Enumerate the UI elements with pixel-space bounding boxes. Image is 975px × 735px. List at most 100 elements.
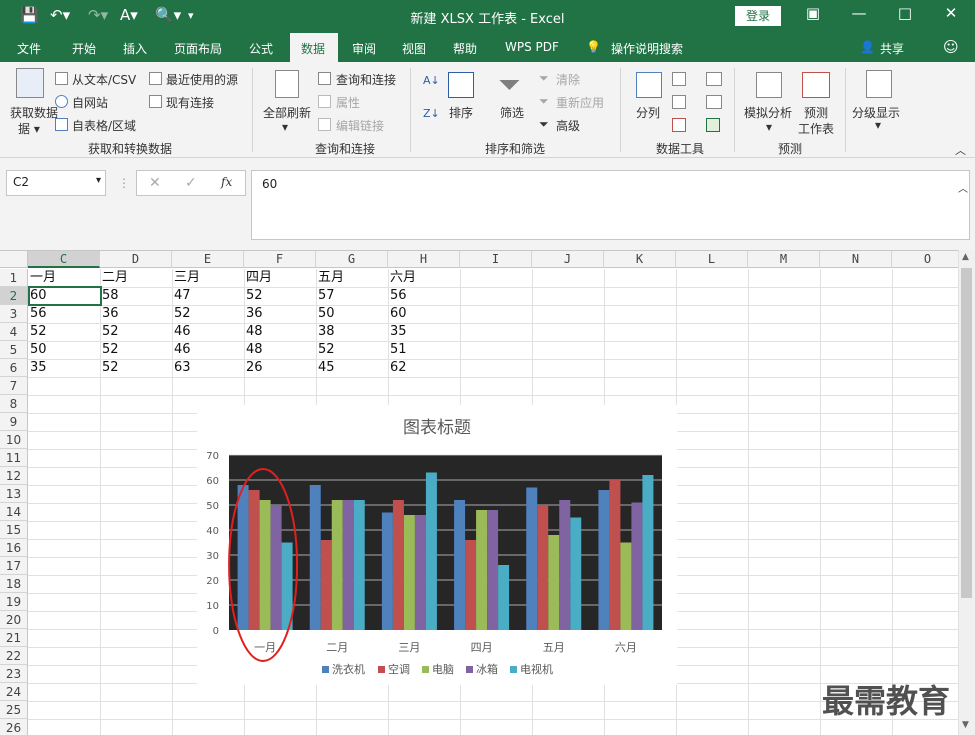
row-header-5[interactable]: 5: [0, 341, 28, 359]
select-all-corner[interactable]: [0, 251, 28, 268]
row-header-12[interactable]: 12: [0, 467, 28, 485]
data-validation-icon[interactable]: [672, 118, 686, 132]
what-if-analysis-button[interactable]: 模拟分析: [744, 104, 792, 121]
cell[interactable]: 47: [172, 287, 244, 305]
from-table-button[interactable]: 自表格/区域: [72, 117, 136, 134]
chevron-down-icon[interactable]: ▾: [96, 175, 101, 186]
column-header-o[interactable]: O: [892, 251, 958, 268]
cell[interactable]: 五月: [316, 269, 388, 287]
row-header-3[interactable]: 3: [0, 305, 28, 323]
cell[interactable]: 56: [28, 305, 100, 323]
from-web-button[interactable]: 自网站: [72, 94, 108, 111]
restore-button[interactable]: □: [882, 4, 928, 22]
tab-page-layout[interactable]: 页面布局: [174, 40, 222, 57]
row-header-10[interactable]: 10: [0, 431, 28, 449]
row-header-22[interactable]: 22: [0, 647, 28, 665]
row-header-14[interactable]: 14: [0, 503, 28, 521]
tab-wps-pdf[interactable]: WPS PDF: [505, 40, 559, 54]
recent-sources-button[interactable]: 最近使用的源: [166, 71, 238, 88]
login-button[interactable]: 登录: [735, 6, 781, 26]
row-header-19[interactable]: 19: [0, 593, 28, 611]
cell[interactable]: 四月: [244, 269, 316, 287]
tab-file[interactable]: 文件: [17, 40, 41, 57]
cell[interactable]: 52: [100, 323, 172, 341]
expand-formula-bar-icon[interactable]: ︿: [958, 180, 968, 195]
cell[interactable]: 50: [316, 305, 388, 323]
column-header-g[interactable]: G: [316, 251, 388, 268]
data-model-icon[interactable]: [706, 118, 720, 132]
cell[interactable]: 52: [244, 287, 316, 305]
cell[interactable]: 52: [172, 305, 244, 323]
column-header-j[interactable]: J: [532, 251, 604, 268]
tab-formulas[interactable]: 公式: [249, 40, 273, 57]
forecast-button[interactable]: 预测: [804, 104, 828, 121]
column-header-d[interactable]: D: [100, 251, 172, 268]
column-header-e[interactable]: E: [172, 251, 244, 268]
relationships-icon[interactable]: [706, 95, 722, 109]
row-header-26[interactable]: 26: [0, 719, 28, 735]
cell[interactable]: 56: [388, 287, 460, 305]
ribbon-display-options-icon[interactable]: ▣: [790, 4, 836, 22]
row-header-9[interactable]: 9: [0, 413, 28, 431]
collapse-ribbon-icon[interactable]: ︿: [955, 142, 966, 158]
row-header-16[interactable]: 16: [0, 539, 28, 557]
enter-icon[interactable]: ✓: [185, 175, 197, 191]
row-header-11[interactable]: 11: [0, 449, 28, 467]
row-header-15[interactable]: 15: [0, 521, 28, 539]
filter-button[interactable]: 筛选: [500, 104, 524, 121]
column-header-k[interactable]: K: [604, 251, 676, 268]
row-header-1[interactable]: 1: [0, 269, 28, 287]
scrollbar-thumb[interactable]: [961, 268, 972, 598]
row-header-4[interactable]: 4: [0, 323, 28, 341]
cell[interactable]: 60: [388, 305, 460, 323]
tab-insert[interactable]: 插入: [123, 40, 147, 57]
queries-connections-button[interactable]: 查询和连接: [336, 71, 396, 88]
insert-function-icon[interactable]: fx: [221, 175, 232, 189]
cell[interactable]: 48: [244, 323, 316, 341]
sort-ascending-icon[interactable]: A↓: [423, 74, 440, 87]
cell[interactable]: 48: [244, 341, 316, 359]
column-header-n[interactable]: N: [820, 251, 892, 268]
cancel-icon[interactable]: ✕: [149, 175, 161, 191]
reapply-button[interactable]: 重新应用: [556, 94, 604, 111]
cell[interactable]: 46: [172, 341, 244, 359]
cell[interactable]: 36: [100, 305, 172, 323]
minimize-button[interactable]: —: [836, 4, 882, 22]
row-header-20[interactable]: 20: [0, 611, 28, 629]
advanced-button[interactable]: 高级: [556, 117, 580, 134]
cell[interactable]: 52: [100, 359, 172, 377]
cell[interactable]: 57: [316, 287, 388, 305]
column-header-f[interactable]: F: [244, 251, 316, 268]
cell[interactable]: 52: [100, 341, 172, 359]
cell[interactable]: 52: [316, 341, 388, 359]
cell[interactable]: 45: [316, 359, 388, 377]
column-header-m[interactable]: M: [748, 251, 820, 268]
row-header-18[interactable]: 18: [0, 575, 28, 593]
consolidate-icon[interactable]: [706, 72, 722, 86]
get-data-button[interactable]: 获取数据: [10, 104, 58, 121]
row-header-25[interactable]: 25: [0, 701, 28, 719]
existing-connections-button[interactable]: 现有连接: [166, 94, 214, 111]
row-header-8[interactable]: 8: [0, 395, 28, 413]
column-header-c[interactable]: C: [28, 251, 100, 268]
formula-input[interactable]: 60: [251, 170, 970, 240]
remove-duplicates-icon[interactable]: [672, 95, 686, 109]
cell[interactable]: 36: [244, 305, 316, 323]
tab-help[interactable]: 帮助: [453, 40, 477, 57]
refresh-all-button[interactable]: 全部刷新: [263, 104, 311, 121]
split-column-button[interactable]: 分列: [636, 104, 660, 121]
clear-button[interactable]: 清除: [556, 71, 580, 88]
cell[interactable]: 35: [388, 323, 460, 341]
share-button[interactable]: 共享: [880, 40, 904, 57]
edit-links-button[interactable]: 编辑链接: [336, 117, 384, 134]
cell[interactable]: 50: [28, 341, 100, 359]
tell-me-search[interactable]: 操作说明搜索: [611, 40, 683, 57]
close-button[interactable]: ✕: [928, 4, 974, 22]
smiley-feedback-icon[interactable]: ☺: [943, 38, 959, 56]
tab-view[interactable]: 视图: [402, 40, 426, 57]
cell[interactable]: 52: [28, 323, 100, 341]
column-header-l[interactable]: L: [676, 251, 748, 268]
row-header-7[interactable]: 7: [0, 377, 28, 395]
row-header-21[interactable]: 21: [0, 629, 28, 647]
cell[interactable]: 62: [388, 359, 460, 377]
